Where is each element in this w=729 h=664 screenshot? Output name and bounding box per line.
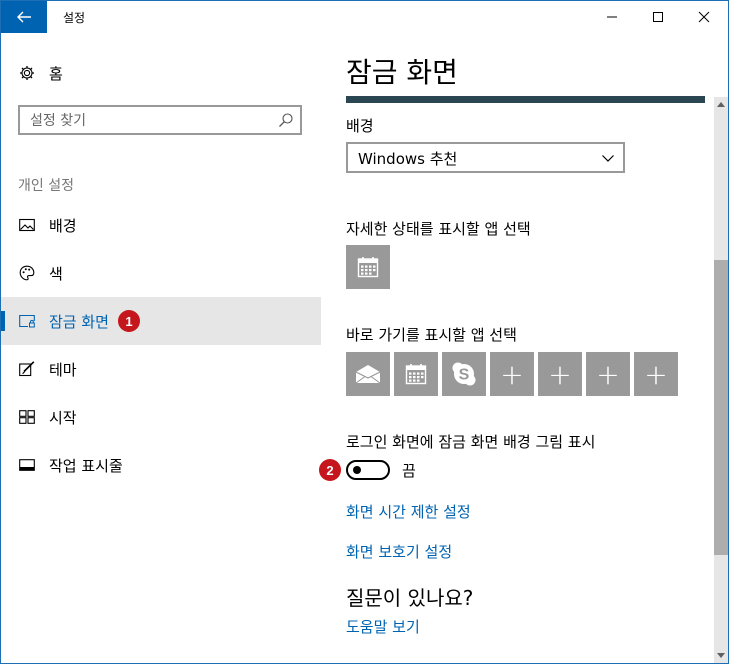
sidebar-item-start[interactable]: 시작 — [1, 393, 321, 441]
detailed-status-app-button[interactable] — [346, 245, 390, 289]
background-dropdown-value: Windows 추천 — [358, 150, 458, 168]
minimize-button[interactable] — [589, 1, 635, 33]
chevron-down-icon — [717, 653, 725, 658]
add-quick-status-app-button[interactable]: + — [490, 352, 534, 396]
callout-badge-2: 2 — [319, 459, 341, 481]
quick-status-app-skype[interactable]: S — [442, 352, 486, 396]
vertical-scrollbar[interactable] — [714, 97, 728, 663]
questions-heading: 질문이 있나요? — [346, 586, 474, 610]
sidebar-item-label: 작업 표시줄 — [49, 456, 123, 475]
quick-status-app-mail[interactable] — [346, 352, 390, 396]
taskbar-icon — [18, 456, 36, 474]
scroll-down-button[interactable] — [714, 649, 728, 663]
chevron-down-icon — [602, 155, 614, 162]
home-label: 홈 — [49, 64, 63, 83]
plus-icon: + — [548, 357, 572, 391]
get-help-link[interactable]: 도움말 보기 — [346, 616, 420, 637]
callout-badge-1: 1 — [118, 310, 140, 332]
search-icon — [279, 113, 293, 127]
page-title: 잠금 화면 — [346, 56, 458, 89]
scroll-up-button[interactable] — [714, 97, 728, 111]
signin-background-toggle[interactable] — [346, 460, 390, 480]
mail-icon — [355, 365, 381, 384]
add-quick-status-app-button[interactable]: + — [586, 352, 630, 396]
signin-background-label: 로그인 화면에 잠금 화면 배경 그림 표시 — [346, 433, 596, 451]
sidebar: 홈 개인 설정 배경 — [1, 33, 321, 663]
search-input[interactable] — [28, 111, 272, 131]
settings-window: 설정 홈 설정 찾기 개인 설정 배경 색 잠금 화면 1 테마 시작 작업 표… — [0, 0, 729, 664]
background-label: 배경 — [346, 117, 374, 135]
scroll-thumb[interactable] — [714, 260, 728, 555]
sidebar-item-label: 배경 — [49, 216, 77, 235]
start-grid-icon — [18, 408, 36, 426]
quick-status-label: 바로 가기를 표시할 앱 선택 — [346, 326, 517, 344]
maximize-button[interactable] — [635, 1, 681, 33]
main-content: 잠금 화면 배경 Windows 추천 자세한 상태를 표시할 앱 선택 바로 — [319, 33, 714, 663]
sidebar-item-background[interactable]: 배경 — [1, 201, 321, 249]
add-quick-status-app-button[interactable]: + — [634, 352, 678, 396]
detailed-status-label: 자세한 상태를 표시할 앱 선택 — [346, 220, 531, 238]
window-title: 설정 — [63, 11, 86, 25]
sidebar-item-color[interactable]: 색 — [1, 249, 321, 297]
add-quick-status-app-button[interactable]: + — [538, 352, 582, 396]
active-indicator — [1, 311, 5, 331]
sidebar-item-theme[interactable]: 테마 — [1, 345, 321, 393]
close-icon — [698, 11, 710, 23]
lock-screen-icon — [18, 312, 36, 330]
back-button[interactable] — [1, 1, 47, 33]
maximize-icon — [653, 12, 663, 22]
close-button[interactable] — [681, 1, 727, 33]
title-bar: 설정 — [1, 1, 728, 33]
screen-timeout-settings-link[interactable]: 화면 시간 제한 설정 — [346, 501, 471, 522]
palette-icon — [18, 264, 36, 282]
sidebar-item-lock-screen[interactable]: 잠금 화면 1 — [1, 297, 321, 345]
sidebar-item-label: 테마 — [49, 360, 77, 379]
calendar-icon — [357, 257, 379, 278]
screen-saver-settings-link[interactable]: 화면 보호기 설정 — [346, 541, 452, 562]
sidebar-item-label: 시작 — [49, 408, 77, 427]
svg-text:S: S — [459, 367, 470, 384]
plus-icon: + — [644, 357, 668, 391]
sidebar-item-taskbar[interactable]: 작업 표시줄 — [1, 441, 321, 489]
image-icon — [18, 216, 36, 234]
quick-status-app-calendar[interactable] — [394, 352, 438, 396]
minimize-icon — [607, 16, 617, 18]
theme-brush-icon — [18, 360, 36, 378]
plus-icon: + — [500, 357, 524, 391]
gear-icon — [18, 64, 36, 82]
back-arrow-icon — [17, 11, 31, 23]
lock-screen-preview — [346, 96, 705, 103]
background-dropdown[interactable]: Windows 추천 — [346, 142, 625, 173]
skype-icon: S — [452, 362, 476, 386]
settings-search-box[interactable] — [18, 105, 302, 135]
calendar-icon — [405, 364, 427, 385]
sidebar-item-label: 색 — [49, 264, 63, 283]
plus-icon: + — [596, 357, 620, 391]
toggle-state-label: 끔 — [402, 462, 416, 480]
toggle-knob — [353, 466, 361, 474]
chevron-up-icon — [717, 102, 725, 107]
section-caption: 개인 설정 — [18, 178, 74, 194]
sidebar-item-home[interactable]: 홈 — [1, 49, 321, 97]
sidebar-item-label: 잠금 화면 — [49, 312, 109, 331]
